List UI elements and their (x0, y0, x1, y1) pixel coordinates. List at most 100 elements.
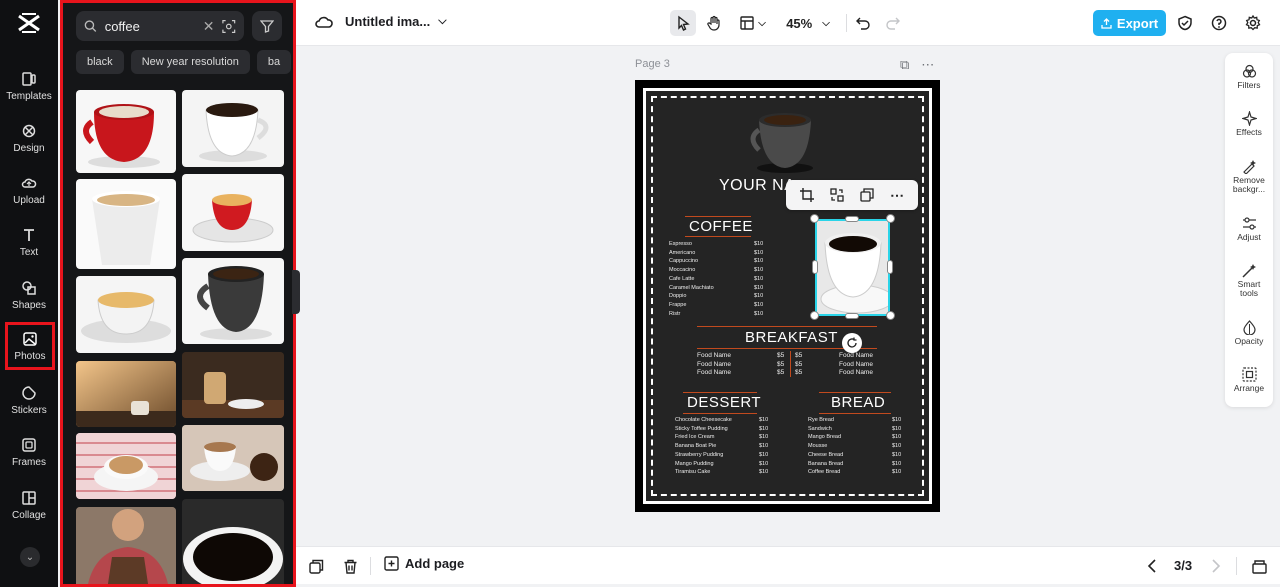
image-search-icon[interactable] (222, 19, 236, 34)
rail-item-text[interactable]: Text (0, 218, 58, 266)
breakfast-prices-a: $5 $5 $5 (777, 352, 785, 377)
rail-label: Frames (12, 456, 46, 468)
cloud-sync-icon[interactable] (314, 14, 334, 30)
menu-design-page[interactable]: YOUR NA COFFEE Espresso Americano Cappucci… (635, 80, 940, 512)
stickers-icon (22, 385, 36, 400)
more-options-icon[interactable]: ⋯ (921, 57, 934, 73)
delete-page-icon[interactable] (341, 557, 359, 575)
more-options-icon[interactable]: ⋯ (890, 187, 904, 204)
document-title-text: Untitled ima... (345, 14, 431, 29)
photo-iced-coffee[interactable] (182, 352, 284, 418)
photo-black-coffee-top[interactable] (182, 499, 284, 584)
photo-latte-checkered[interactable] (76, 433, 176, 499)
chevron-down-icon: ⌵ (438, 15, 447, 27)
chevron-down-icon[interactable]: ⌄ (20, 547, 40, 567)
chip-black[interactable]: black (76, 50, 124, 74)
duplicate-page-icon[interactable] (307, 557, 325, 575)
prev-page-icon[interactable] (1143, 557, 1161, 575)
resize-handle-left[interactable] (812, 260, 818, 274)
tool-effects[interactable]: Effects (1225, 111, 1273, 137)
redo-icon (886, 17, 900, 30)
tool-adjust[interactable]: Adjust (1225, 216, 1273, 242)
photo-sunset-cup[interactable] (76, 361, 176, 427)
upload-icon (21, 178, 37, 188)
dessert-items: Chocolate Cheesecake Sticky Toffee Puddin… (675, 417, 732, 476)
editor-app: Templates Design Upload Text Shapes Phot… (0, 0, 1280, 587)
select-tool[interactable] (670, 10, 696, 36)
photo-cup-saucer[interactable] (76, 276, 176, 353)
photo-paper-cup[interactable] (76, 179, 176, 269)
redo-button[interactable] (884, 10, 902, 36)
templates-icon (22, 71, 36, 86)
resize-handle-right[interactable] (887, 260, 893, 274)
rail-item-templates[interactable]: Templates (0, 62, 58, 110)
tool-filters[interactable]: Filters (1225, 64, 1273, 90)
right-tools-panel: Filters Effects Remove backgr... Adjust … (1225, 53, 1273, 407)
replace-icon[interactable] (830, 188, 844, 202)
rail-item-stickers[interactable]: Stickers (0, 376, 58, 424)
filter-button[interactable] (252, 11, 282, 41)
hero-cup-image[interactable] (743, 108, 827, 174)
effects-icon (1241, 111, 1257, 126)
shield-icon[interactable] (1175, 13, 1195, 33)
dessert-heading: DESSERT (687, 394, 762, 411)
photo-black-mug[interactable] (182, 258, 284, 344)
rail-item-photos[interactable]: Photos (5, 322, 55, 370)
tool-remove-background[interactable]: Remove backgr... (1225, 159, 1273, 194)
rail-item-frames[interactable]: Frames (0, 428, 58, 476)
smart-tools-icon (1241, 264, 1256, 278)
export-button[interactable]: Export (1093, 10, 1166, 36)
hand-tool[interactable] (702, 10, 726, 36)
element-floating-toolbar: ⋯ (786, 180, 918, 210)
app-logo-icon[interactable] (16, 12, 42, 34)
undo-button[interactable] (854, 10, 872, 36)
rail-item-collage[interactable]: Collage (0, 481, 58, 529)
resize-handle-top[interactable] (845, 216, 859, 222)
page-tools: ⧉ ⋯ (900, 57, 934, 73)
resize-handle-bottom[interactable] (845, 313, 859, 319)
clear-search-icon[interactable]: ✕ (203, 18, 215, 35)
tool-arrange[interactable]: Arrange (1225, 367, 1273, 393)
document-title[interactable]: Untitled ima... ⌵ (345, 14, 447, 29)
tool-label: Smart tools (1237, 279, 1261, 298)
rail-item-shapes[interactable]: Shapes (0, 271, 58, 319)
tool-label: Effects (1236, 127, 1262, 137)
photo-white-cup-beans[interactable] (182, 90, 284, 167)
search-box[interactable]: ✕ (76, 11, 244, 41)
left-nav-rail: Templates Design Upload Text Shapes Phot… (0, 0, 58, 587)
resize-handle-tr[interactable] (886, 214, 895, 223)
photo-red-espresso[interactable] (182, 174, 284, 251)
tool-label: Adjust (1237, 232, 1261, 242)
photo-barista[interactable] (76, 507, 176, 584)
bread-prices: $10 $10 $10 $10 $10 $10 $10 (892, 417, 902, 476)
panel-collapse-handle[interactable] (292, 270, 300, 314)
photo-cup-beans[interactable] (182, 425, 284, 491)
zoom-control[interactable]: 45% ⌵ (780, 10, 836, 36)
rail-item-upload[interactable]: Upload (0, 166, 58, 214)
tool-smart-tools[interactable]: Smart tools (1225, 263, 1273, 298)
tool-label: Opacity (1234, 336, 1264, 346)
add-page-button[interactable]: Add page (384, 556, 464, 571)
chip-new-year-resolution[interactable]: New year resolution (130, 50, 250, 74)
resize-handle-bl[interactable] (810, 311, 819, 320)
search-input[interactable] (104, 18, 195, 34)
help-icon[interactable] (1209, 13, 1229, 33)
settings-gear-icon[interactable] (1243, 13, 1263, 33)
rail-label: Text (19, 246, 39, 258)
layout-tool[interactable]: ⌵ (736, 10, 770, 36)
next-page-icon[interactable] (1207, 557, 1225, 575)
duplicate-icon[interactable] (860, 188, 874, 202)
selected-photo[interactable] (815, 219, 890, 316)
pages-panel-icon[interactable] (1250, 557, 1268, 575)
chip-ba[interactable]: ba (256, 50, 292, 74)
resize-handle-br[interactable] (886, 311, 895, 320)
duplicate-page-icon[interactable]: ⧉ (900, 57, 909, 73)
tool-opacity[interactable]: Opacity (1225, 320, 1273, 346)
crop-icon[interactable] (800, 188, 814, 202)
export-label: Export (1116, 15, 1159, 31)
photo-red-cup[interactable] (76, 90, 176, 173)
dessert-prices: $10 $10 $10 $10 $10 $10 $10 (759, 417, 769, 476)
rail-item-design[interactable]: Design (0, 114, 58, 162)
rotate-handle-icon[interactable] (842, 333, 862, 353)
resize-handle-tl[interactable] (810, 214, 819, 223)
